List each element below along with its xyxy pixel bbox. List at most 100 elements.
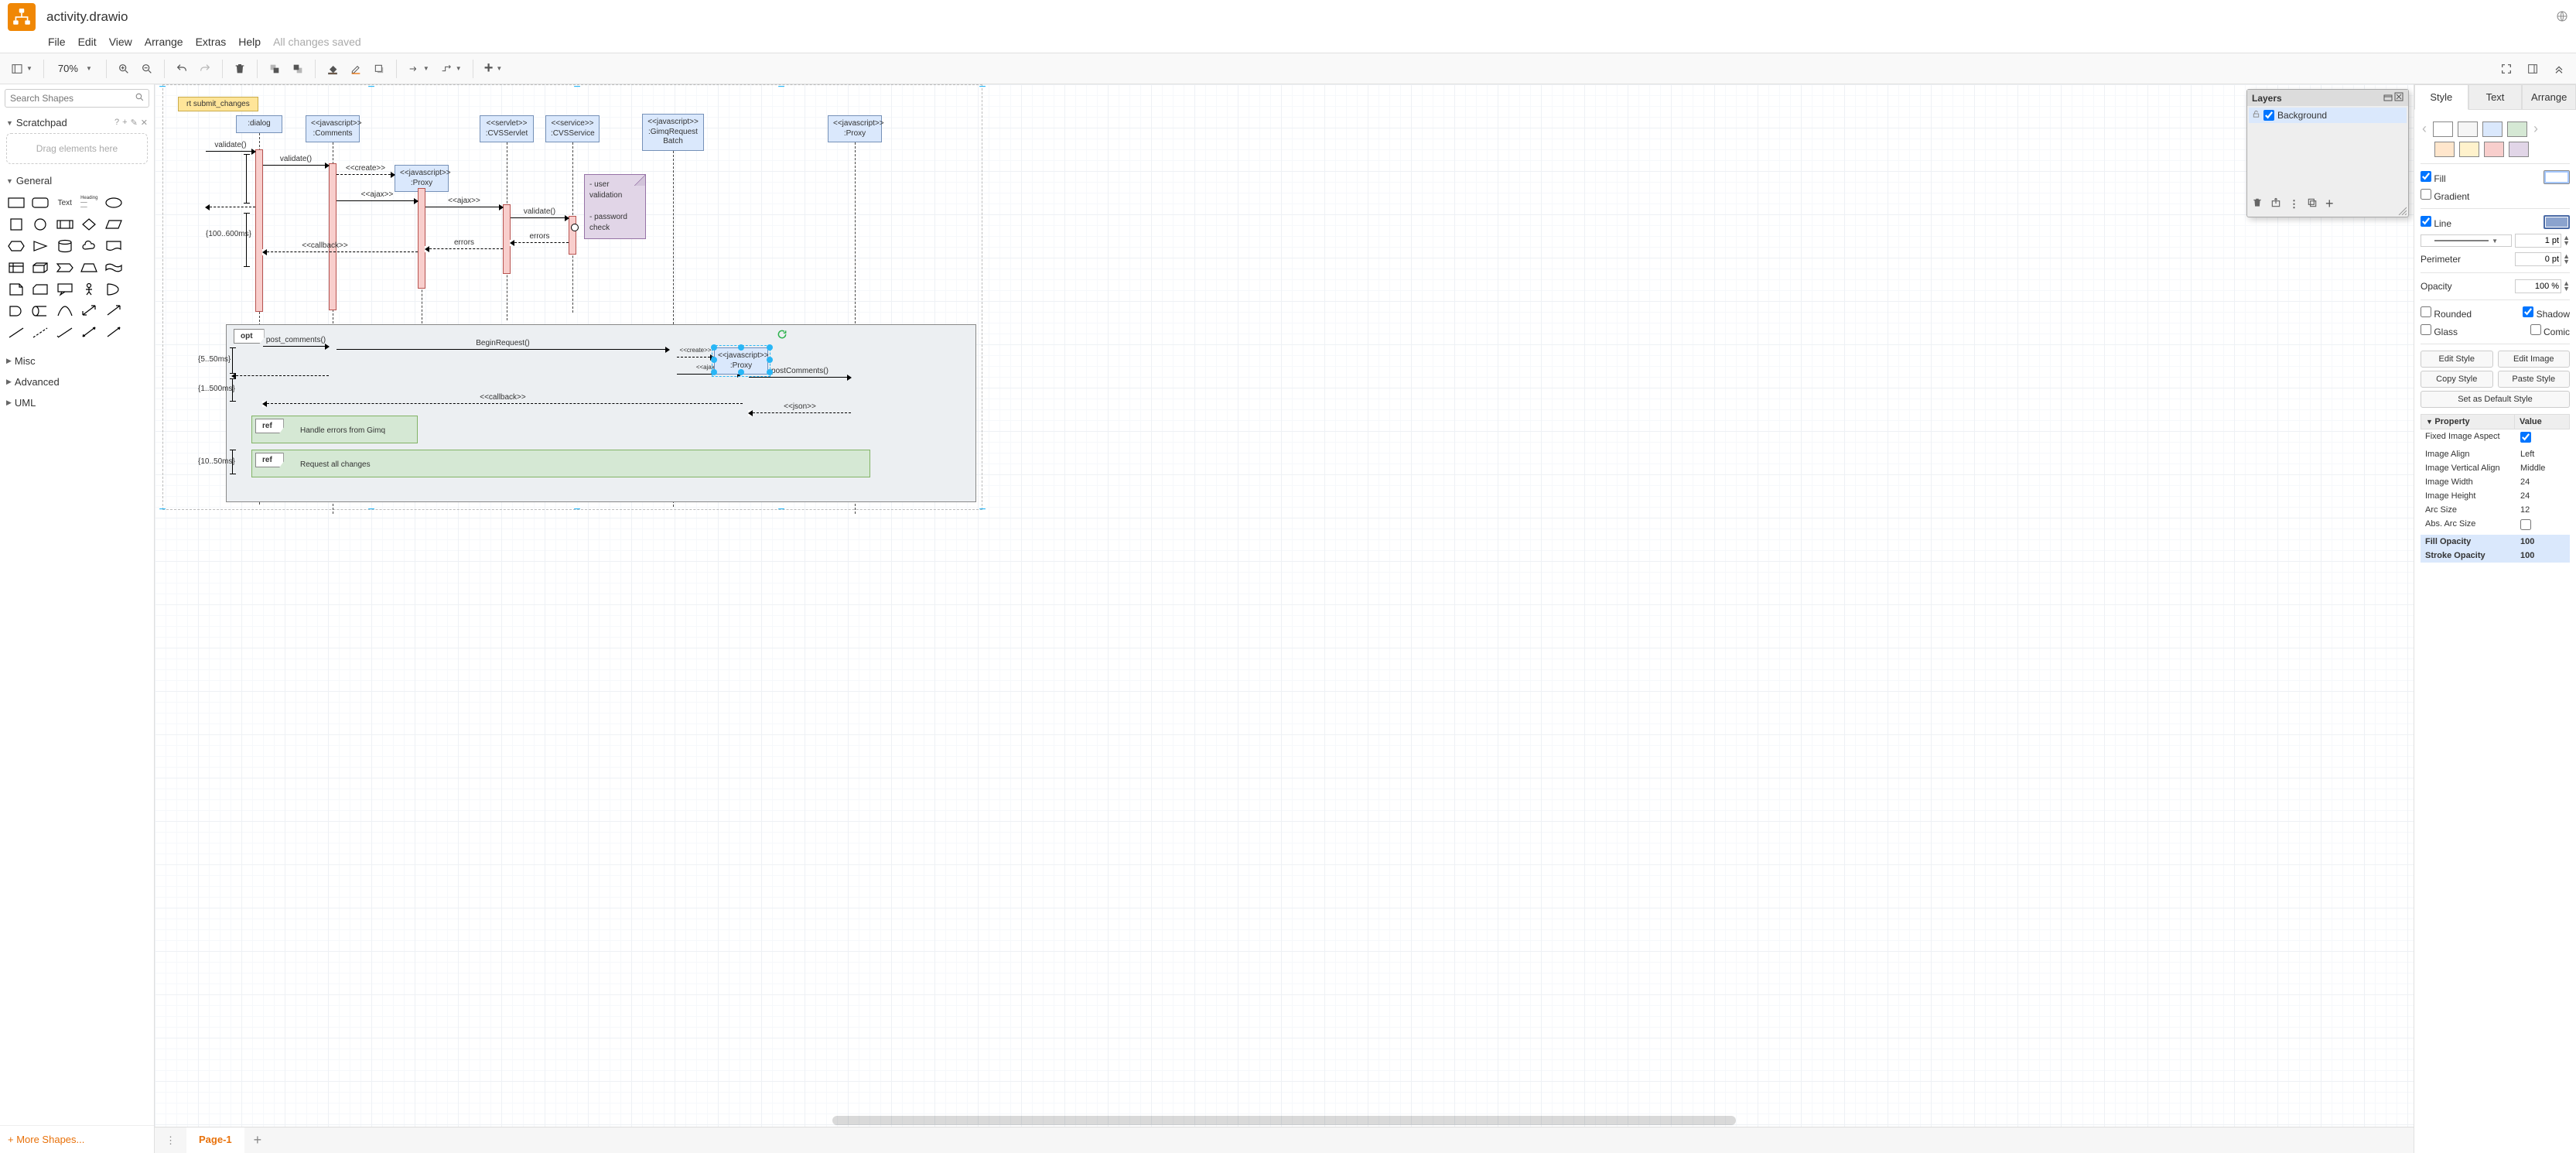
opt-label[interactable]: opt <box>234 329 265 344</box>
style-swatch[interactable] <box>2458 121 2478 137</box>
ref-tag[interactable]: ref <box>255 453 284 467</box>
minimize-icon[interactable] <box>2383 92 2393 104</box>
close-icon[interactable] <box>2394 92 2403 104</box>
shape-cube[interactable] <box>31 259 51 276</box>
stepper-icon[interactable]: ▲▼ <box>2563 254 2570 265</box>
page-handle[interactable]: − <box>777 503 784 517</box>
menu-edit[interactable]: Edit <box>78 36 97 48</box>
lifeline-dialog[interactable]: :dialog <box>236 115 282 133</box>
shape-tape[interactable] <box>104 259 124 276</box>
selection-handle[interactable] <box>767 369 773 375</box>
page-handle[interactable]: − <box>367 503 374 517</box>
note[interactable]: - user validation - password check <box>584 174 646 239</box>
zoom-out-icon[interactable] <box>136 60 158 78</box>
message[interactable]: post_comments() <box>263 346 329 347</box>
shape-biarrow[interactable] <box>80 303 100 320</box>
style-prev-icon[interactable]: ‹ <box>2421 121 2428 137</box>
message[interactable]: <<create>> <box>677 357 714 358</box>
shape-trapezoid[interactable] <box>80 259 100 276</box>
style-swatch[interactable] <box>2509 142 2529 157</box>
message[interactable]: <<ajax>> <box>337 200 418 201</box>
delete-icon[interactable] <box>229 60 251 78</box>
shape-actor[interactable] <box>80 281 100 298</box>
shape-arrow[interactable] <box>104 303 124 320</box>
message[interactable]: errors <box>425 248 503 249</box>
shape-curve[interactable] <box>55 303 75 320</box>
selection-handle[interactable] <box>767 344 773 351</box>
glass-checkbox[interactable] <box>2421 324 2431 335</box>
line-width-input[interactable] <box>2515 234 2561 248</box>
message[interactable]: validate() <box>206 151 255 152</box>
fill-checkbox[interactable] <box>2421 171 2431 182</box>
language-icon[interactable] <box>2556 10 2568 25</box>
fill-color-icon[interactable] <box>322 60 343 78</box>
zoom-level[interactable]: 70%▼ <box>50 61 100 76</box>
to-back-icon[interactable] <box>287 60 309 78</box>
waypoint-icon[interactable]: ▼ <box>436 60 466 78</box>
duration[interactable] <box>246 154 247 204</box>
style-swatch[interactable] <box>2482 121 2503 137</box>
shape-circle[interactable] <box>31 216 51 233</box>
found-msg[interactable] <box>571 224 579 231</box>
layer-duplicate-icon[interactable] <box>2307 197 2318 210</box>
layer-name[interactable]: Background <box>2277 110 2327 121</box>
undo-icon[interactable] <box>171 60 193 78</box>
shape-document[interactable] <box>104 238 124 255</box>
scratchpad-add-icon[interactable]: + <box>122 118 127 128</box>
properties-header[interactable]: ▼ Property Value <box>2421 414 2570 429</box>
activation[interactable] <box>569 216 576 255</box>
menu-extras[interactable]: Extras <box>196 36 227 48</box>
shape-rect[interactable] <box>6 194 26 211</box>
section-advanced[interactable]: ▶Advanced <box>0 371 154 392</box>
redo-icon[interactable] <box>194 60 216 78</box>
property-row[interactable]: Fill Opacity100 <box>2421 535 2570 549</box>
layer-row[interactable]: Background <box>2249 108 2407 123</box>
tabs-menu-icon[interactable]: ⋮ <box>155 1130 186 1151</box>
document-title[interactable]: activity.drawio <box>46 9 128 25</box>
page-handle[interactable]: − <box>573 84 580 94</box>
lifeline-gimq[interactable]: <<javascript>> :Proxy <box>828 115 882 142</box>
activation[interactable] <box>418 188 425 289</box>
tab-arrange[interactable]: Arrange <box>2522 84 2576 110</box>
shape-square[interactable] <box>6 216 26 233</box>
ref-tag[interactable]: ref <box>255 419 284 433</box>
shape-line[interactable] <box>6 324 26 341</box>
menu-arrange[interactable]: Arrange <box>145 36 183 48</box>
style-swatch[interactable] <box>2433 121 2453 137</box>
stepper-icon[interactable]: ▲▼ <box>2563 281 2570 292</box>
property-row[interactable]: Fixed Image Aspect <box>2421 429 2570 447</box>
perimeter-input[interactable] <box>2515 252 2561 266</box>
format-panel-icon[interactable] <box>2522 60 2544 78</box>
section-misc[interactable]: ▶Misc <box>0 351 154 371</box>
rounded-checkbox[interactable] <box>2421 306 2431 317</box>
search-icon[interactable] <box>135 92 145 104</box>
frame-label[interactable]: rt submit_changes <box>178 97 258 111</box>
style-swatch[interactable] <box>2459 142 2479 157</box>
selection-handle[interactable] <box>738 369 744 375</box>
shape-and[interactable] <box>6 303 26 320</box>
shape-card[interactable] <box>31 281 51 298</box>
comic-checkbox[interactable] <box>2530 324 2541 335</box>
section-uml[interactable]: ▶UML <box>0 392 154 413</box>
app-logo[interactable] <box>8 3 36 31</box>
tab-style[interactable]: Style <box>2414 84 2468 110</box>
selection-handle[interactable] <box>711 369 717 375</box>
gradient-checkbox[interactable] <box>2421 189 2431 200</box>
shape-step[interactable] <box>55 259 75 276</box>
layers-panel[interactable]: Layers Background <box>2246 89 2409 217</box>
horizontal-scrollbar[interactable] <box>832 1116 1736 1125</box>
shape-biline[interactable] <box>80 324 100 341</box>
property-row[interactable]: Image Height24 <box>2421 489 2570 503</box>
selection-handle[interactable] <box>711 344 717 351</box>
selection-handle[interactable] <box>711 357 717 363</box>
scratchpad-header[interactable]: ▼Scratchpad ? + ✎ ✕ <box>0 112 154 133</box>
zoom-in-icon[interactable] <box>113 60 135 78</box>
message[interactable]: <<callback>> <box>263 403 743 404</box>
activation[interactable] <box>503 204 511 274</box>
shape-text[interactable]: Text <box>55 194 75 211</box>
line-style-select[interactable]: ▼ <box>2421 234 2512 247</box>
shape-callout[interactable] <box>55 281 75 298</box>
collapse-icon[interactable] <box>2548 60 2570 78</box>
menu-file[interactable]: File <box>48 36 66 48</box>
message[interactable]: validate() <box>263 165 329 166</box>
